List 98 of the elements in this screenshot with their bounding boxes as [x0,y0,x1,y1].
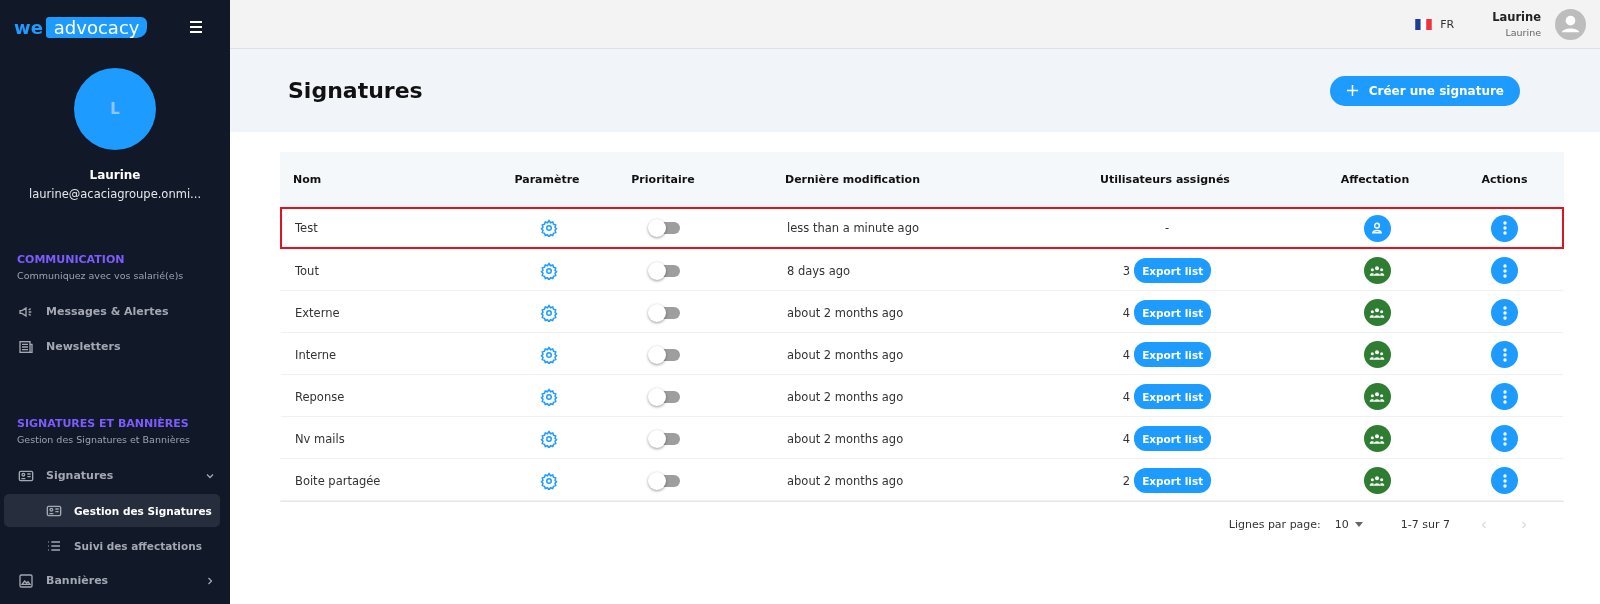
more-vertical-icon [1502,473,1507,488]
table-cell-text: Reponse [295,389,346,404]
people-icon [1369,431,1385,446]
group-assignment-button[interactable] [1363,383,1391,410]
image-icon [18,572,34,589]
nav-item[interactable]: Newsletters [4,330,216,363]
more-vertical-icon [1502,431,1507,446]
more-options-button[interactable] [1491,341,1518,368]
language-label[interactable]: FR [1440,17,1455,31]
newspaper-icon [18,338,34,355]
gear-icon[interactable] [540,345,558,364]
person-icon [1370,221,1384,235]
toggle-switch[interactable] [650,432,680,445]
section-subtitle: Gestion des Signatures et Bannières [16,433,191,445]
group-assignment-button[interactable] [1363,425,1391,452]
column-header: Affectation [1339,173,1411,186]
more-options-button[interactable] [1491,214,1518,242]
more-vertical-icon [1502,221,1507,235]
user-name: Laurine [1492,10,1541,24]
toggle-switch[interactable] [650,390,680,403]
group-assignment-button[interactable] [1363,341,1391,368]
nav-item[interactable]: Messages & Alertes [4,295,216,328]
user-assignment-button[interactable] [1363,214,1391,242]
user-name: Laurine [88,168,142,182]
user-count: 4 [1122,305,1131,320]
nav-item[interactable]: Gestion des Signatures [4,494,220,527]
table-cell-text: about 2 months ago [786,431,905,446]
people-icon [1369,389,1385,404]
more-options-button[interactable] [1491,383,1518,410]
table-cell-text: less than a minute ago [786,221,920,235]
toggle-switch[interactable] [650,348,680,361]
more-vertical-icon [1502,263,1507,278]
nav-item[interactable]: Signatures [4,459,216,492]
gear-icon[interactable] [540,219,558,237]
user-count: 4 [1122,431,1131,446]
section-subtitle: Communiquez avec vos salarié(e)s [16,269,185,281]
more-options-button[interactable] [1491,425,1518,452]
section-title: SIGNATURES ET BANNIÈRES [16,417,190,430]
group-assignment-button[interactable] [1363,467,1391,494]
people-icon [1369,305,1385,320]
gear-icon[interactable] [540,387,558,406]
user-count: 4 [1122,347,1131,362]
menu-icon[interactable] [188,20,204,34]
gear-icon[interactable] [540,303,558,322]
more-vertical-icon [1502,389,1507,404]
toggle-switch[interactable] [650,474,680,487]
nav-item[interactable]: Suivi des affectations [4,529,220,562]
page-range: 1-7 sur 7 [1400,518,1450,531]
table-cell-text: Interne [295,347,338,362]
table-cell-text: 8 days ago [786,263,852,278]
column-header: Dernière modification [784,173,921,186]
user-role: Laurine [1505,27,1541,38]
column-header: Nom [293,173,323,186]
column-header: Prioritaire [630,173,696,186]
user-count: 3 [1122,263,1131,278]
nav-item[interactable]: Bannières [4,564,216,597]
table-cell-text: about 2 months ago [786,389,905,404]
table-cell-text: about 2 months ago [786,473,905,488]
section-title: COMMUNICATION [16,253,126,266]
toggle-switch[interactable] [650,222,680,234]
empty-value: - [1164,221,1170,235]
table-cell-text: Tout [295,263,320,278]
gear-icon[interactable] [540,261,558,280]
more-options-button[interactable] [1491,467,1518,494]
group-assignment-button[interactable] [1363,299,1391,326]
user-avatar: L [74,68,156,150]
rows-per-page-label: Lignes par page: [1228,518,1321,531]
user-email: laurine@acaciagroupe.onmi... [27,187,203,201]
user-count: 2 [1122,473,1131,488]
more-options-button[interactable] [1491,299,1518,326]
table-cell-text: about 2 months ago [786,305,905,320]
more-vertical-icon [1502,305,1507,320]
user-count: 4 [1122,389,1131,404]
column-header: Actions [1480,173,1529,186]
gear-icon[interactable] [540,429,558,448]
plus-icon [1345,84,1359,97]
rows-per-page-select[interactable]: 10 [1334,518,1363,531]
table-cell-text: Test [295,221,319,235]
toggle-switch[interactable] [650,306,680,319]
gear-icon[interactable] [540,471,558,490]
page-title: Signatures [288,78,423,103]
table-cell-text: Nv mails [295,431,346,446]
more-options-button[interactable] [1491,257,1518,284]
caret-icon [1354,522,1363,527]
group-assignment-button[interactable] [1363,257,1391,284]
table-cell-text: Externe [295,305,341,320]
user-avatar-icon[interactable] [1555,8,1586,40]
logo: we advocacy [14,16,148,38]
people-icon [1369,347,1385,362]
table-cell-text: about 2 months ago [786,347,905,362]
people-icon [1369,263,1385,278]
flag-icon [1415,18,1433,30]
more-vertical-icon [1502,347,1507,362]
people-icon [1369,473,1385,488]
column-header: Paramètre [513,173,581,186]
column-header: Utilisateurs assignés [1099,173,1231,186]
table-cell-text: Boite partagée [295,473,382,488]
toggle-switch[interactable] [650,264,680,277]
